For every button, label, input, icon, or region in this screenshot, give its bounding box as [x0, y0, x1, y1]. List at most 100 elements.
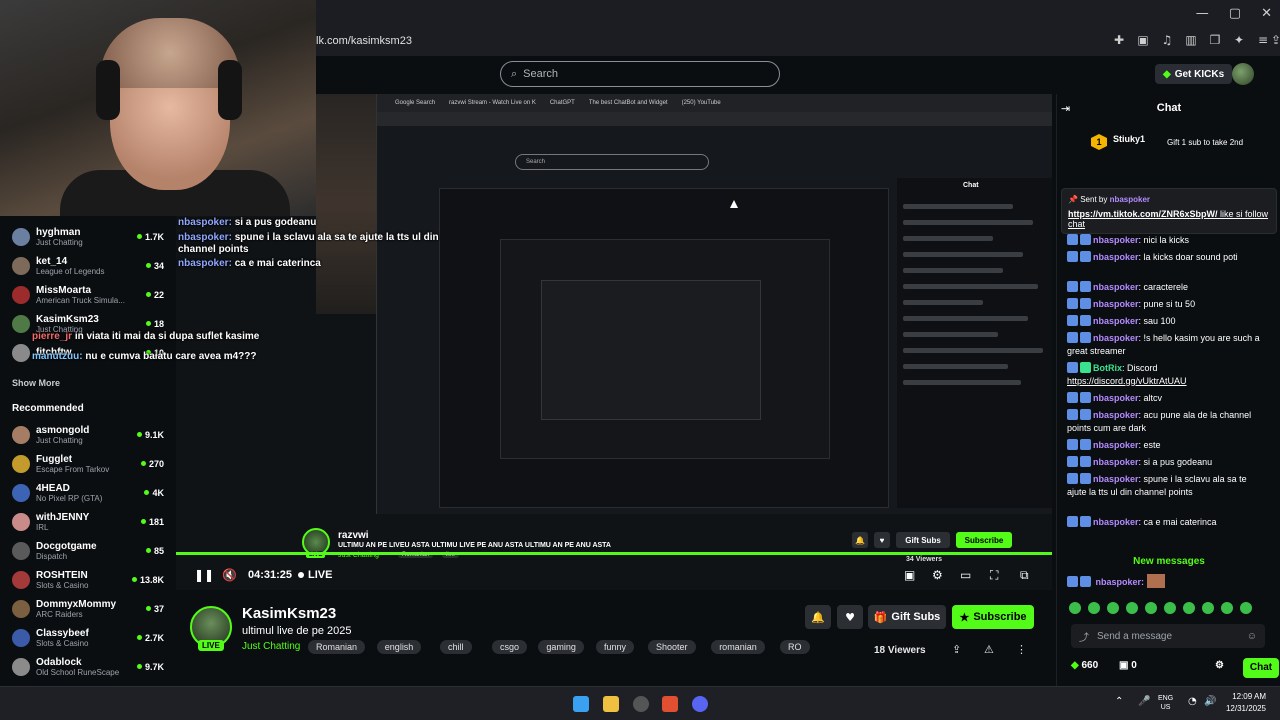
language-indicator[interactable]: ENG US	[1158, 694, 1173, 712]
address-bar[interactable]: lk.com/kasimksm23 ⇪ ◈ ✚ ▣ ♫ ▥ ❐ ✦ ≡	[316, 30, 1280, 52]
chat-username[interactable]: nbaspoker	[1093, 457, 1139, 467]
chat-username[interactable]: nbaspoker	[1093, 393, 1139, 403]
recommended-channel[interactable]: ROSHTEIN Slots & Casino 13.8K	[12, 565, 164, 594]
pinned-link[interactable]: https://vm.tiktok.com/ZNR6xSbpW/	[1068, 209, 1218, 219]
stream-tag[interactable]: english	[376, 640, 422, 654]
emote-icon[interactable]	[1088, 602, 1100, 614]
chat-username[interactable]: nbaspoker	[1093, 235, 1139, 245]
stream-category[interactable]: Just Chatting	[242, 641, 300, 652]
get-kicks-button[interactable]: ◆ Get KICKs	[1155, 64, 1233, 84]
windows-start-icon[interactable]	[573, 696, 589, 712]
music-icon[interactable]: ♫	[1160, 33, 1174, 47]
badge-icon	[1067, 362, 1078, 373]
recommended-channel[interactable]: 4HEAD No Pixel RP (GTA) 4K	[12, 478, 164, 507]
recommended-channel[interactable]: asmongold Just Chatting 9.1K	[12, 420, 164, 449]
share-icon[interactable]: ⇪	[952, 643, 961, 656]
share-icon[interactable]: ⇪	[1271, 33, 1280, 47]
emote-icon[interactable]	[1202, 602, 1214, 614]
maximize-button[interactable]: ▢	[1229, 6, 1241, 21]
mute-icon[interactable]: 🔇	[222, 568, 237, 582]
show-more-link[interactable]: Show More	[12, 378, 60, 388]
chat-username[interactable]: nbaspoker	[1093, 440, 1139, 450]
emote-icon[interactable]	[1240, 602, 1252, 614]
chat-username[interactable]: nbaspoker	[1093, 316, 1139, 326]
stream-tag[interactable]: funny	[596, 640, 635, 654]
stream-tag[interactable]: gaming	[538, 640, 584, 654]
pause-icon[interactable]: ❚❚	[194, 568, 214, 582]
stream-tag[interactable]: chill	[440, 640, 472, 654]
stream-tag[interactable]: romanian	[711, 640, 765, 654]
chat-username[interactable]: nbaspoker	[1093, 517, 1139, 527]
subscribe-button[interactable]: ★ Subscribe	[952, 605, 1034, 629]
emote-icon[interactable]	[1145, 602, 1157, 614]
more-icon[interactable]: ⋮	[1016, 643, 1027, 656]
following-channel[interactable]: hyghman Just Chatting 1.7K	[12, 222, 164, 251]
emoji-icon[interactable]: ☺	[1247, 631, 1257, 642]
wallet-icon[interactable]: ▣	[1136, 33, 1150, 47]
emote-icon[interactable]	[1164, 602, 1176, 614]
recommended-channel[interactable]: Docgotgame Dispatch 85	[12, 536, 164, 565]
discord-icon[interactable]	[692, 696, 708, 712]
recommended-channel[interactable]: Odablock Old School RuneScape 9.7K	[12, 652, 164, 681]
theater-icon[interactable]: ▭	[960, 568, 971, 582]
chat-input[interactable]: ⤴ Send a message ☺	[1071, 624, 1265, 648]
file-explorer-icon[interactable]	[603, 696, 619, 712]
wifi-icon[interactable]: ◔	[1188, 696, 1197, 707]
emote-icon[interactable]	[1221, 602, 1233, 614]
report-icon[interactable]: ⚠	[984, 643, 994, 656]
stream-tag[interactable]: Romanian	[308, 640, 366, 654]
chat-username[interactable]: nbaspoker:	[1096, 577, 1145, 587]
minimize-button[interactable]: —	[1196, 6, 1209, 21]
chat-username[interactable]: nbaspoker	[1093, 474, 1139, 484]
stream-tag[interactable]: RO	[780, 640, 810, 654]
clip-icon[interactable]: ▣	[904, 568, 915, 582]
sidebar-icon[interactable]: ▥	[1184, 33, 1198, 47]
gift-subs-button[interactable]: 🎁 Gift Subs	[868, 605, 946, 629]
chat-username[interactable]: nbaspoker	[1093, 410, 1139, 420]
obs-icon[interactable]	[633, 696, 649, 712]
recommended-channel[interactable]: Classybeef Slots & Casino 2.7K	[12, 623, 164, 652]
chat-username[interactable]: BotRix	[1093, 363, 1122, 373]
emote-icon[interactable]	[1126, 602, 1138, 614]
user-avatar[interactable]	[1232, 63, 1254, 85]
emote-icon[interactable]	[1183, 602, 1195, 614]
pinned-message[interactable]: 📌 Sent by nbaspoker https://vm.tiktok.co…	[1061, 188, 1277, 234]
microphone-icon[interactable]: 🎤	[1138, 696, 1150, 707]
recommended-channel[interactable]: DommyxMommy ARC Raiders 37	[12, 594, 164, 623]
extensions-icon[interactable]: ✚	[1112, 33, 1126, 47]
clock[interactable]: 12:09 AM 12/31/2025	[1226, 691, 1266, 715]
fullscreen-icon[interactable]: ⛶	[990, 568, 998, 583]
leo-icon[interactable]: ✦	[1232, 33, 1246, 47]
recommended-channel[interactable]: withJENNY IRL 181	[12, 507, 164, 536]
chat-username[interactable]: nbaspoker	[1093, 282, 1139, 292]
chat-username[interactable]: nbaspoker	[1093, 333, 1139, 343]
menu-icon[interactable]: ≡	[1256, 33, 1270, 47]
chat-settings-icon[interactable]: ⚙	[1215, 660, 1224, 671]
url-text[interactable]: lk.com/kasimksm23	[316, 35, 412, 47]
search-input[interactable]: ⌕ Search	[500, 61, 780, 87]
chat-link[interactable]: https://discord.gg/vUktrAtUAU	[1067, 376, 1187, 386]
following-channel[interactable]: ket_14 League of Legends 34	[12, 251, 164, 280]
volume-icon[interactable]: 🔊	[1204, 696, 1216, 707]
recommended-channel[interactable]: Fugglet Escape From Tarkov 270	[12, 449, 164, 478]
close-window-button[interactable]: ✕	[1261, 6, 1272, 21]
live-indicator[interactable]: LIVE	[298, 569, 332, 581]
chat-send-button[interactable]: Chat	[1243, 658, 1279, 678]
new-messages-button[interactable]: New messages	[1057, 556, 1280, 567]
following-channel[interactable]: MissMoarta American Truck Simula... 22	[12, 280, 164, 309]
brave-browser-icon[interactable]	[662, 696, 678, 712]
tray-chevron-icon[interactable]: ⌃	[1115, 696, 1123, 707]
emote-icon[interactable]	[1069, 602, 1081, 614]
chat-username[interactable]: nbaspoker	[1093, 252, 1139, 262]
stream-tag[interactable]: csgo	[492, 640, 528, 654]
emote-icon[interactable]	[1107, 602, 1119, 614]
progress-bar[interactable]	[176, 552, 1052, 555]
follow-button[interactable]: ♥	[837, 605, 863, 629]
settings-icon[interactable]: ⚙	[932, 568, 943, 582]
channel-name[interactable]: KasimKsm23	[242, 605, 336, 622]
tabs-icon[interactable]: ❐	[1208, 33, 1222, 47]
notifications-button[interactable]: 🔔	[805, 605, 831, 629]
stream-tag[interactable]: Shooter	[648, 640, 696, 654]
pip-icon[interactable]: ⧉	[1020, 568, 1029, 583]
chat-username[interactable]: nbaspoker	[1093, 299, 1139, 309]
